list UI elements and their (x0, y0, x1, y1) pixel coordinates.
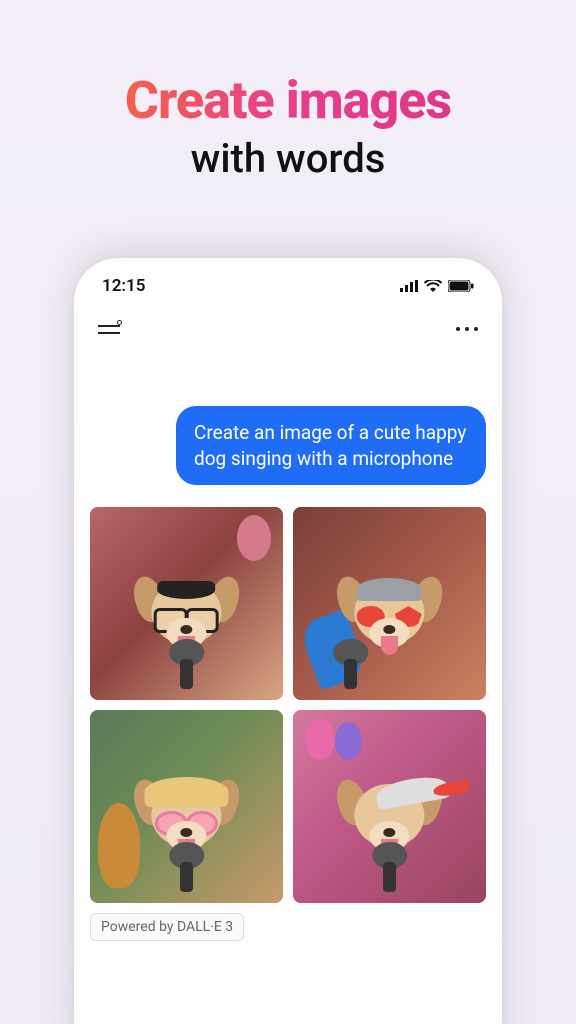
battery-icon (448, 280, 474, 292)
menu-icon[interactable] (98, 322, 120, 336)
cellular-signal-icon (400, 280, 418, 292)
user-message-bubble: Create an image of a cute happy dog sing… (176, 406, 486, 485)
generated-image-grid (90, 507, 486, 903)
status-bar: 12:15 (74, 258, 502, 302)
generated-image[interactable] (90, 710, 283, 903)
generated-image[interactable] (90, 507, 283, 700)
nav-bar (74, 302, 502, 346)
phone-mockup: 12:15 Create an image of a cute happy do… (74, 258, 502, 1024)
status-time: 12:15 (102, 276, 145, 296)
wifi-icon (424, 280, 442, 292)
generated-image[interactable] (293, 507, 486, 700)
more-options-icon[interactable] (456, 326, 478, 332)
hero-title: Create images (0, 70, 576, 131)
attribution-badge: Powered by DALL·E 3 (90, 913, 244, 941)
hero: Create images with words (0, 0, 576, 182)
status-indicators (400, 280, 474, 292)
chat-area: Create an image of a cute happy dog sing… (74, 346, 502, 941)
generated-image[interactable] (293, 710, 486, 903)
hero-subtitle: with words (0, 135, 576, 182)
